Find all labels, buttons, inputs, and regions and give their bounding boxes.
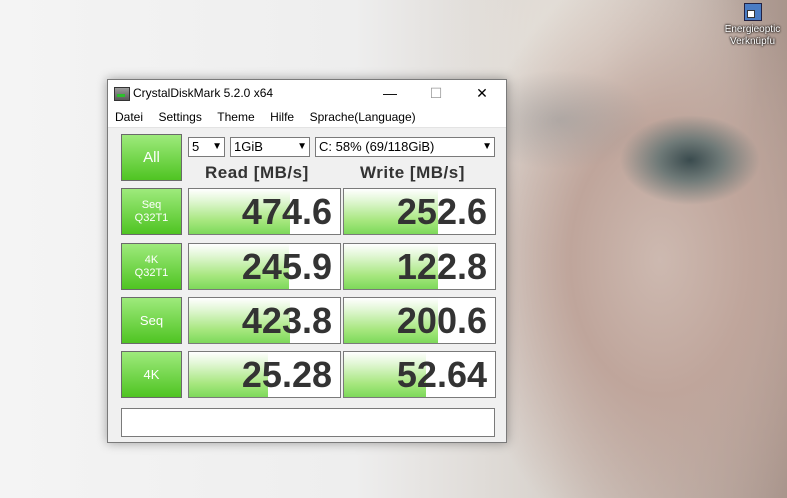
test-button-4k-q32t1[interactable]: 4K Q32T1 [121,243,182,290]
menu-theme[interactable]: Theme [210,107,258,124]
desktop-shortcut-label-1: Energieoptic [724,24,781,35]
read-header: Read [MB/s] [205,163,309,182]
chevron-down-icon: ▼ [297,141,307,152]
desktop-shortcut-energieoptionen[interactable]: Energieoptic Verknüpfu [718,0,787,48]
count-select[interactable]: 5 ▼ [188,137,225,157]
window-title: CrystalDiskMark 5.2.0 x64 [133,86,274,100]
menu-hilfe[interactable]: Hilfe [263,107,298,124]
comment-input[interactable] [121,408,495,437]
size-select-value: 1GiB [234,139,263,154]
menu-settings[interactable]: Settings [151,107,205,124]
read-value: 474.6 [241,191,332,232]
read-result-cell: 423.8 [188,297,341,344]
app-icon [114,87,130,101]
count-select-value: 5 [192,139,200,154]
maximize-button[interactable]: ☐ [413,80,459,107]
read-value: 245.9 [241,246,332,287]
chevron-down-icon: ▼ [212,141,222,152]
menu-datei[interactable]: Datei [108,107,147,124]
read-result-cell: 245.9 [188,243,341,290]
test-label-line1: Seq [141,198,162,211]
test-label-line2: Q32T1 [134,266,169,279]
drive-select[interactable]: C: 58% (69/118GiB) ▼ [315,137,495,157]
size-select[interactable]: 1GiB ▼ [230,137,310,157]
test-button-seq-q32t1[interactable]: Seq Q32T1 [121,188,182,235]
all-button[interactable]: All [121,134,182,181]
shortcut-icon [743,3,762,21]
chevron-down-icon: ▼ [482,141,492,152]
test-button-4k[interactable]: 4K [121,351,182,398]
write-header: Write [MB/s] [360,163,465,182]
test-label-line2: Q32T1 [134,211,169,224]
write-value: 52.64 [396,354,487,395]
write-result-cell: 200.6 [343,297,496,344]
menu-bar: Datei Settings Theme Hilfe Sprache(Langu… [108,107,506,128]
minimize-button[interactable]: — [367,80,413,107]
menu-sprache[interactable]: Sprache(Language) [303,107,420,124]
close-button[interactable]: ✕ [459,80,505,107]
read-value: 423.8 [241,300,332,341]
test-label-line1: 4K [144,253,159,266]
test-label-line1: Seq [139,313,164,328]
write-value: 200.6 [396,300,487,341]
title-bar[interactable]: CrystalDiskMark 5.2.0 x64 — ☐ ✕ [108,80,506,107]
desktop-shortcut-label-2: Verknüpfu [729,36,776,47]
crystaldiskmark-window: CrystalDiskMark 5.2.0 x64 — ☐ ✕ Datei Se… [107,79,507,443]
drive-select-value: C: 58% (69/118GiB) [319,139,435,154]
write-value: 122.8 [396,246,487,287]
write-result-cell: 122.8 [343,243,496,290]
write-value: 252.6 [396,191,487,232]
test-button-seq[interactable]: Seq [121,297,182,344]
test-label-line1: 4K [143,367,160,382]
write-result-cell: 252.6 [343,188,496,235]
write-result-cell: 52.64 [343,351,496,398]
read-result-cell: 474.6 [188,188,341,235]
read-value: 25.28 [241,354,332,395]
read-result-cell: 25.28 [188,351,341,398]
